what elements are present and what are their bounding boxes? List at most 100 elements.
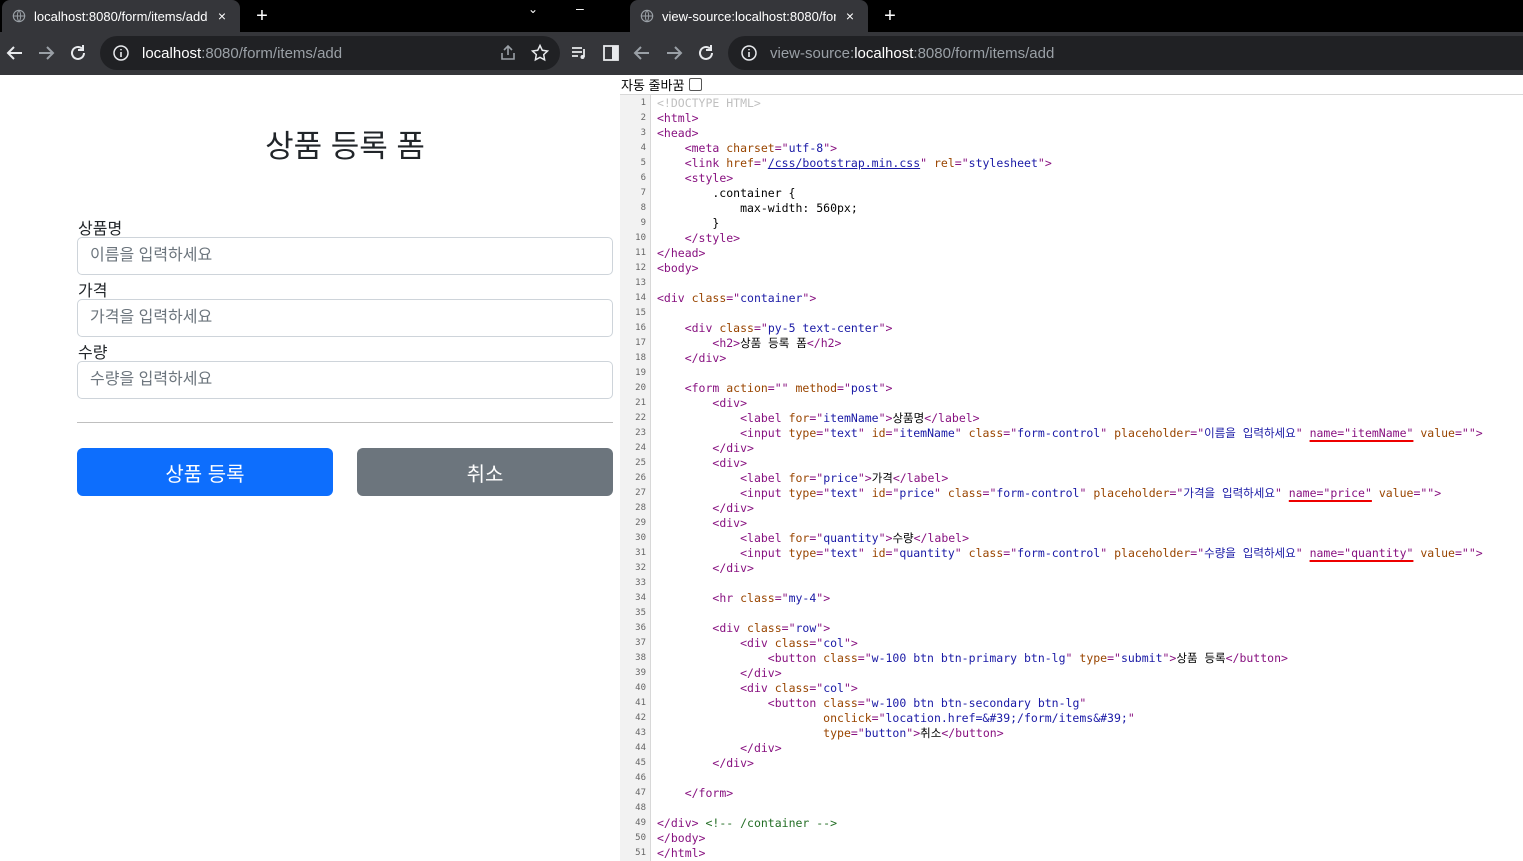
source-token xyxy=(657,456,712,470)
source-token: "> xyxy=(906,726,921,740)
source-token: for xyxy=(788,411,810,425)
source-token xyxy=(657,756,712,770)
line-content: <head> xyxy=(657,126,699,141)
source-token: row xyxy=(795,621,817,635)
source-line: 39 </div> xyxy=(620,666,1523,681)
price-input[interactable] xyxy=(77,299,613,337)
source-token xyxy=(657,156,685,170)
line-number: 4 xyxy=(640,143,646,153)
source-token xyxy=(657,666,740,680)
source-token: submit xyxy=(1120,651,1163,665)
source-token: type xyxy=(823,726,851,740)
source-token xyxy=(657,636,740,650)
source-token: </head> xyxy=(657,246,706,260)
source-token: class xyxy=(968,546,1004,560)
address-bar[interactable]: view-source: localhost:8080/form/items/ad… xyxy=(728,36,1523,70)
minimize-icon[interactable]: – xyxy=(576,0,584,16)
source-token: value xyxy=(1420,426,1455,440)
source-line: 23 <input type="text" id="itemName" clas… xyxy=(620,426,1523,441)
forward-icon[interactable] xyxy=(661,40,687,66)
forward-icon[interactable] xyxy=(33,40,59,66)
source-token: =" xyxy=(1003,546,1018,560)
source-token xyxy=(657,501,712,515)
source-token: =""> xyxy=(1454,426,1483,440)
reload-icon[interactable] xyxy=(65,40,91,66)
line-wrap-toggle[interactable]: 자동 줄바꿈 xyxy=(620,75,703,94)
source-token: quantity xyxy=(899,546,955,560)
tab-search-icon[interactable]: ⌄ xyxy=(528,2,538,16)
back-icon[interactable] xyxy=(629,40,655,66)
source-line: 5 <link href="/css/bootstrap.min.css" re… xyxy=(620,156,1523,171)
new-tab-button[interactable]: + xyxy=(250,4,274,28)
line-number: 23 xyxy=(635,428,646,438)
line-number: 2 xyxy=(640,113,646,123)
source-token xyxy=(657,546,740,560)
source-token xyxy=(657,321,685,335)
line-number: 14 xyxy=(635,293,646,303)
back-icon[interactable] xyxy=(2,40,28,66)
source-token: location.href=&#39;/form/items&#39; xyxy=(885,711,1128,725)
source-link[interactable]: /css/bootstrap.min.css xyxy=(768,156,920,170)
source-token: " xyxy=(1274,486,1289,500)
source-token: <html> xyxy=(657,111,699,125)
source-line: 13 xyxy=(620,276,1523,291)
source-token: 상품명 xyxy=(892,411,925,425)
source-token: <input xyxy=(740,546,789,560)
source-token: <div> xyxy=(712,516,748,530)
source-token: " xyxy=(934,486,948,500)
line-wrap-checkbox[interactable] xyxy=(689,78,703,91)
source-token: <label xyxy=(740,471,789,485)
new-tab-button[interactable]: + xyxy=(878,4,902,28)
side-panel-icon[interactable] xyxy=(598,40,620,66)
source-token: "> xyxy=(878,381,893,395)
source-token: </div> xyxy=(740,666,782,680)
line-number: 28 xyxy=(635,503,646,513)
source-token: id xyxy=(871,486,886,500)
line-number: 18 xyxy=(635,353,646,363)
cancel-button[interactable]: 취소 xyxy=(357,448,613,496)
share-icon[interactable] xyxy=(498,43,518,63)
source-token: " xyxy=(1065,651,1080,665)
item-name-input[interactable] xyxy=(77,237,613,275)
url-path: :8080/form/items/add xyxy=(913,44,1055,62)
source-token: =" xyxy=(1003,426,1018,440)
source-token: " xyxy=(1295,426,1310,440)
tab-close-icon[interactable]: × xyxy=(842,8,858,24)
source-token: <div> xyxy=(712,396,748,410)
media-control-icon[interactable] xyxy=(566,40,592,66)
tab-strip: view-source:localhost:8080/form/items/ad… xyxy=(620,0,1523,32)
tab-view-source[interactable]: view-source:localhost:8080/form/items/ad… xyxy=(630,0,868,32)
submit-button[interactable]: 상품 등록 xyxy=(77,448,333,496)
price-label: 가격 xyxy=(78,283,108,300)
tab-strip: localhost:8080/form/items/add × + ⌄ – xyxy=(0,0,620,32)
source-token: action xyxy=(726,381,768,395)
source-token xyxy=(657,486,740,500)
tab-form-add[interactable]: localhost:8080/form/items/add × xyxy=(2,0,240,32)
source-token: <!DOCTYPE HTML> xyxy=(657,96,761,110)
line-number: 5 xyxy=(640,158,646,168)
source-token: container xyxy=(740,291,803,305)
source-token: =" xyxy=(871,711,886,725)
line-number: 3 xyxy=(640,128,646,138)
line-content: <input type="text" id="quantity" class="… xyxy=(657,546,1483,561)
source-token: " xyxy=(1079,486,1094,500)
reload-icon[interactable] xyxy=(693,40,719,66)
source-token: <style> xyxy=(684,171,734,185)
site-info-icon[interactable] xyxy=(112,44,130,62)
site-info-icon[interactable] xyxy=(740,44,758,62)
source-token xyxy=(657,411,740,425)
source-line: 41 <button class="w-100 btn btn-secondar… xyxy=(620,696,1523,711)
source-token: placeholder xyxy=(1093,486,1170,500)
bookmark-star-icon[interactable] xyxy=(530,43,550,63)
source-token: </div> xyxy=(712,501,754,515)
source-token xyxy=(657,441,712,455)
source-line: 15 xyxy=(620,306,1523,321)
source-token: class xyxy=(823,696,858,710)
line-number: 33 xyxy=(635,578,646,588)
address-bar[interactable]: localhost:8080/form/items/add xyxy=(100,36,560,70)
source-line: 24 </div> xyxy=(620,441,1523,456)
source-token: =" xyxy=(1190,426,1205,440)
line-number: 20 xyxy=(635,383,646,393)
quantity-input[interactable] xyxy=(77,361,613,399)
tab-close-icon[interactable]: × xyxy=(214,8,230,24)
